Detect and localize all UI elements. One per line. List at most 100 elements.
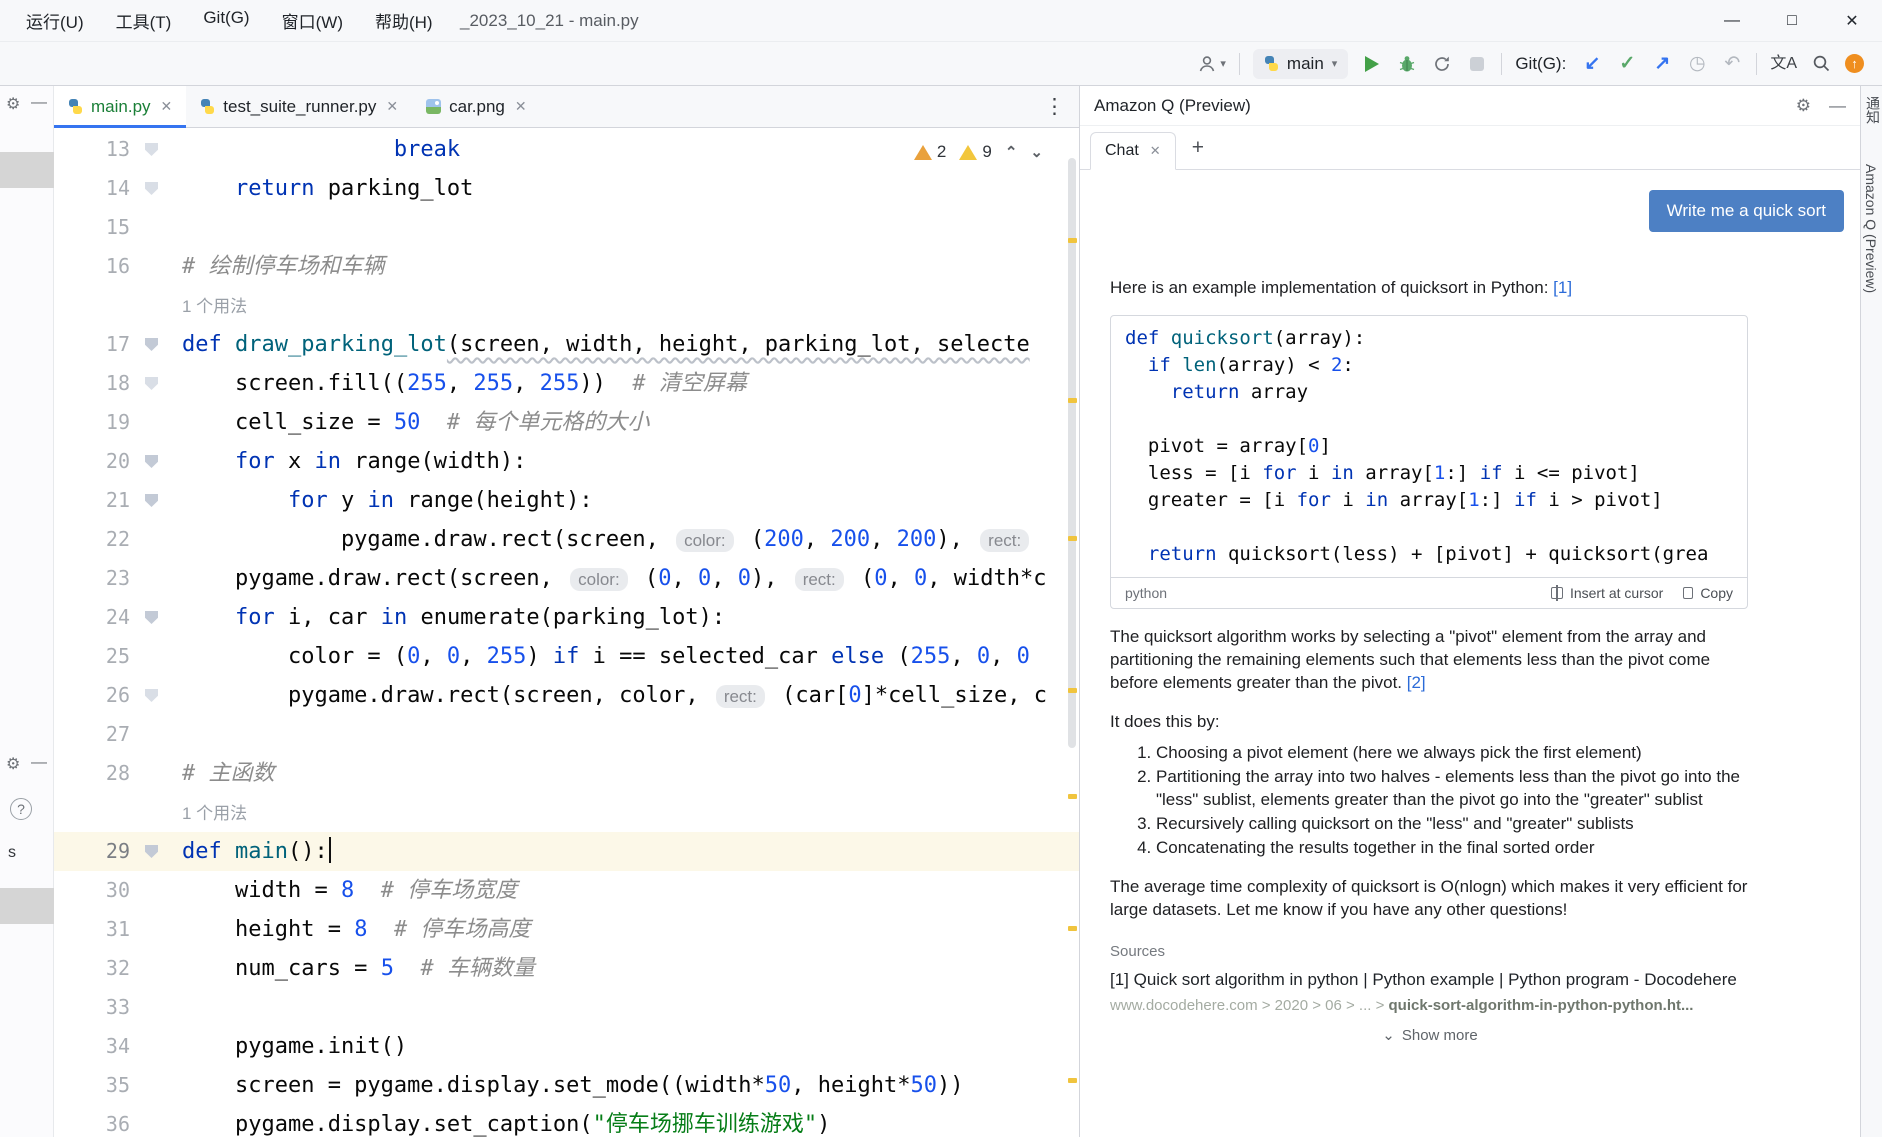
- line-number[interactable]: 27: [54, 715, 134, 754]
- line-number[interactable]: 26: [54, 676, 134, 715]
- tool-window-button-amazon-q[interactable]: Amazon Q (Preview): [1863, 164, 1879, 293]
- gear-icon[interactable]: ⚙: [1796, 96, 1811, 116]
- fold-icon[interactable]: [134, 325, 170, 364]
- line-number[interactable]: 23: [54, 559, 134, 598]
- menu-item[interactable]: 窗口(W): [270, 3, 355, 38]
- line-number[interactable]: 20: [54, 442, 134, 481]
- close-icon[interactable]: ✕: [161, 98, 173, 115]
- tool-window-button-notifications[interactable]: 通知: [1863, 96, 1882, 124]
- citation-link-2[interactable]: [2]: [1407, 673, 1426, 692]
- user-account-button[interactable]: ▾: [1197, 49, 1226, 79]
- line-number[interactable]: 15: [54, 208, 134, 247]
- source-link[interactable]: [1] Quick sort algorithm in python | Pyt…: [1110, 968, 1750, 991]
- more-tabs-icon[interactable]: ⋮: [1044, 94, 1079, 119]
- warning-stripe-mark[interactable]: [1068, 794, 1077, 799]
- copy-button[interactable]: Copy: [1683, 585, 1733, 601]
- code-line[interactable]: 20 for x in range(width):: [54, 442, 1079, 481]
- stop-button[interactable]: [1466, 49, 1488, 79]
- gutter-mark-icon[interactable]: [134, 364, 170, 403]
- line-number[interactable]: 31: [54, 910, 134, 949]
- code-line[interactable]: 24 for i, car in enumerate(parking_lot):: [54, 598, 1079, 637]
- code-line[interactable]: 25 color = (0, 0, 255) if i == selected_…: [54, 637, 1079, 676]
- code-line[interactable]: 34 pygame.init(): [54, 1027, 1079, 1066]
- code-line[interactable]: 26 pygame.draw.rect(screen, color, rect:…: [54, 676, 1079, 715]
- code-line[interactable]: 16# 绘制停车场和车辆: [54, 247, 1079, 286]
- selected-item-fragment[interactable]: [0, 888, 54, 924]
- gutter-mark-icon[interactable]: [134, 169, 170, 208]
- ide-update-badge[interactable]: ↑: [1845, 54, 1864, 73]
- line-number[interactable]: 30: [54, 871, 134, 910]
- menu-item[interactable]: 运行(U): [14, 3, 96, 38]
- line-number[interactable]: 14: [54, 169, 134, 208]
- fold-icon[interactable]: [134, 832, 170, 871]
- git-rollback-button[interactable]: ↶: [1721, 49, 1743, 79]
- line-number[interactable]: 33: [54, 988, 134, 1027]
- editor-tab-car.png[interactable]: car.png✕: [412, 86, 541, 128]
- fold-icon[interactable]: [134, 481, 170, 520]
- close-icon[interactable]: ✕: [1150, 143, 1161, 159]
- help-icon[interactable]: ?: [10, 798, 32, 820]
- line-number[interactable]: 28: [54, 754, 134, 793]
- line-number[interactable]: [54, 286, 134, 325]
- code-block-body[interactable]: def quicksort(array): if len(array) < 2:…: [1111, 316, 1747, 577]
- menu-item[interactable]: 工具(T): [104, 3, 184, 38]
- menu-item[interactable]: Git(G): [191, 3, 261, 38]
- fold-icon[interactable]: [134, 598, 170, 637]
- line-number[interactable]: 18: [54, 364, 134, 403]
- code-editor[interactable]: 13 break14 return parking_lot1516# 绘制停车场…: [54, 128, 1079, 1137]
- inspections-widget[interactable]: 2 9 ⌃ ⌄: [908, 140, 1049, 164]
- insert-at-cursor-button[interactable]: Insert at cursor: [1551, 585, 1663, 601]
- line-number[interactable]: [54, 793, 134, 832]
- gutter-mark-icon[interactable]: [134, 130, 170, 169]
- inlay-row[interactable]: 1 个用法: [54, 793, 1079, 832]
- code-line[interactable]: 27: [54, 715, 1079, 754]
- run-button[interactable]: [1361, 49, 1383, 79]
- previous-issue-button[interactable]: ⌃: [1005, 143, 1018, 161]
- search-everywhere-button[interactable]: [1810, 49, 1832, 79]
- line-number[interactable]: 13: [54, 130, 134, 169]
- code-line[interactable]: 32 num_cars = 5 # 车辆数量: [54, 949, 1079, 988]
- code-line[interactable]: 15: [54, 208, 1079, 247]
- code-line[interactable]: 31 height = 8 # 停车场高度: [54, 910, 1079, 949]
- git-commit-button[interactable]: ✓: [1616, 49, 1638, 79]
- gutter-mark-icon[interactable]: [134, 676, 170, 715]
- line-number[interactable]: 32: [54, 949, 134, 988]
- line-number[interactable]: 25: [54, 637, 134, 676]
- warning-stripe-mark[interactable]: [1068, 398, 1077, 403]
- git-push-button[interactable]: ↗: [1651, 49, 1673, 79]
- gear-icon[interactable]: ⚙: [6, 754, 20, 774]
- warning-stripe-mark[interactable]: [1068, 536, 1077, 541]
- minimize-window-button[interactable]: —: [1702, 0, 1762, 42]
- show-more-button[interactable]: ⌄Show more: [1110, 1026, 1750, 1044]
- hide-panel-icon[interactable]: —: [1829, 96, 1846, 116]
- fold-icon[interactable]: [134, 442, 170, 481]
- hide-panel-icon[interactable]: —: [31, 94, 47, 112]
- usages-inlay-hint[interactable]: 1 个用法: [182, 297, 247, 316]
- line-number[interactable]: 17: [54, 325, 134, 364]
- debug-button[interactable]: [1396, 49, 1418, 79]
- code-line[interactable]: 14 return parking_lot: [54, 169, 1079, 208]
- line-number[interactable]: 35: [54, 1066, 134, 1105]
- code-line[interactable]: 23 pygame.draw.rect(screen, color: (0, 0…: [54, 559, 1079, 598]
- warning-stripe-mark[interactable]: [1068, 238, 1077, 243]
- warning-stripe-mark[interactable]: [1068, 688, 1077, 693]
- translate-icon[interactable]: 文A: [1770, 49, 1797, 79]
- line-number[interactable]: 36: [54, 1105, 134, 1137]
- editor-tab-test_suite_runner.py[interactable]: test_suite_runner.py✕: [186, 86, 412, 128]
- usages-inlay-hint[interactable]: 1 个用法: [182, 804, 247, 823]
- code-line[interactable]: 35 screen = pygame.display.set_mode((wid…: [54, 1066, 1079, 1105]
- close-icon[interactable]: ✕: [515, 98, 527, 115]
- editor-scrollbar[interactable]: [1065, 128, 1079, 1137]
- close-window-button[interactable]: ✕: [1822, 0, 1882, 42]
- code-line[interactable]: 33: [54, 988, 1079, 1027]
- git-history-button[interactable]: ◷: [1686, 49, 1708, 79]
- scrollbar-thumb[interactable]: [1068, 158, 1076, 748]
- code-line[interactable]: 30 width = 8 # 停车场宽度: [54, 871, 1079, 910]
- hide-panel-icon[interactable]: —: [31, 754, 47, 772]
- editor-tab-main.py[interactable]: main.py✕: [54, 86, 186, 128]
- line-number[interactable]: 21: [54, 481, 134, 520]
- code-line[interactable]: 19 cell_size = 50 # 每个单元格的大小: [54, 403, 1079, 442]
- line-number[interactable]: 16: [54, 247, 134, 286]
- warning-count-1[interactable]: 2: [914, 142, 946, 162]
- line-number[interactable]: 34: [54, 1027, 134, 1066]
